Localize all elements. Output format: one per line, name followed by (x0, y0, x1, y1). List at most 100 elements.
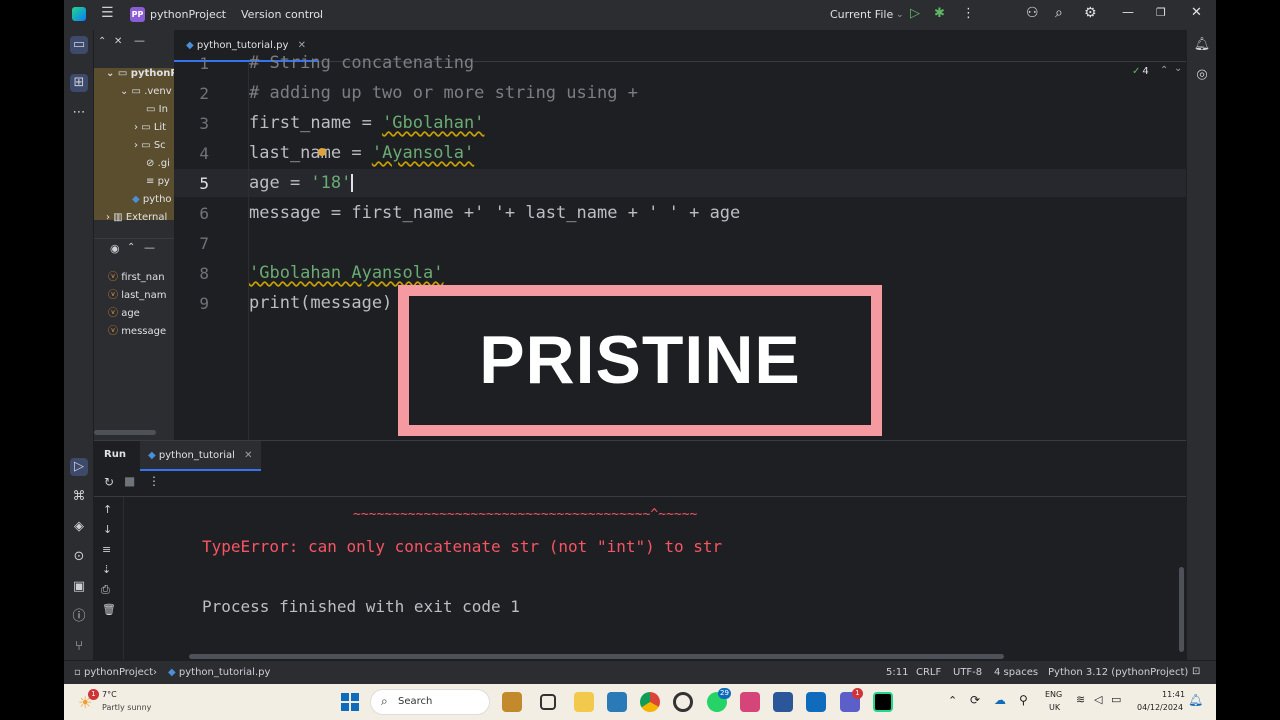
horizontal-scrollbar[interactable] (94, 430, 156, 435)
tree-item-external-libs[interactable]: › ▥ External (106, 209, 167, 227)
code-line[interactable]: last_name = 'Ayansola' (249, 143, 474, 163)
structure-item[interactable]: ⓥ last_nam (108, 287, 166, 305)
run-tab[interactable]: ◆ python_tutorial ✕ (140, 441, 261, 471)
hide-panel-icon[interactable]: — (144, 241, 155, 254)
code-line[interactable]: # String concatenating (249, 53, 474, 73)
tree-item-gitignore[interactable]: ⊘ .gi (146, 155, 170, 173)
scroll-up-icon[interactable]: ↑ (103, 503, 112, 516)
volume-icon[interactable]: ◁ (1094, 693, 1102, 706)
minimize-icon[interactable]: — (1122, 5, 1134, 19)
briefcase-icon[interactable] (502, 692, 522, 712)
structure-item[interactable]: ⓥ first_nan (108, 269, 165, 287)
onedrive-icon[interactable]: ☁ (994, 693, 1006, 707)
eye-icon[interactable]: ◉ (110, 242, 120, 255)
code-line[interactable]: message = first_name +' '+ last_name + '… (249, 203, 740, 223)
scroll-down-icon[interactable]: ↓ (103, 523, 112, 536)
tree-item-scripts[interactable]: › ▭ Sc (134, 137, 166, 155)
breadcrumb-project[interactable]: ▫ pythonProject (74, 667, 153, 678)
clock-time[interactable]: 11:41 (1162, 690, 1185, 699)
structure-item[interactable]: ⓥ age (108, 305, 140, 323)
code-line[interactable]: age = '18' (249, 173, 354, 193)
hide-panel-icon[interactable]: — (134, 34, 145, 47)
code-line[interactable]: print(message) (249, 293, 392, 313)
microphone-icon[interactable]: ⚲ (1019, 693, 1028, 707)
tray-chevron-icon[interactable]: ⌃ (948, 694, 957, 707)
more-options-icon[interactable]: ⋮ (148, 474, 160, 488)
notification-bell-icon[interactable]: 🔔︎ (1188, 693, 1203, 707)
pycharm-icon[interactable] (873, 692, 893, 712)
inspection-widget[interactable]: ✓ 4 (1132, 66, 1149, 77)
tree-item-venv[interactable]: ⌄ ▭ .venv (120, 83, 172, 101)
chrome-icon[interactable] (640, 692, 660, 712)
notifications-icon[interactable]: 🔔︎ (1193, 36, 1211, 54)
clock-date[interactable]: 04/12/2024 (1137, 703, 1183, 712)
close-tab-icon[interactable]: ✕ (244, 450, 252, 461)
run-config-selector[interactable]: Current File (830, 8, 893, 21)
python-packages-icon[interactable]: ⌘ (70, 488, 88, 506)
structure-item[interactable]: ⓥ message (108, 323, 166, 341)
tree-item-include[interactable]: ▭ In (146, 101, 168, 119)
ai-assistant-icon[interactable]: ◎ (1193, 66, 1211, 84)
main-menu-icon[interactable]: ☰ (101, 5, 114, 21)
search-icon[interactable]: ⌕ (1055, 5, 1063, 21)
battery-icon[interactable]: ▭ (1111, 693, 1121, 706)
terminal-icon[interactable]: ▣ (70, 578, 88, 596)
lock-icon[interactable]: ⊡ (1192, 666, 1200, 677)
settings-gear-icon[interactable]: ⚙ (1084, 5, 1097, 21)
outlook-icon[interactable] (806, 692, 826, 712)
chevron-icon[interactable]: ⌃ (98, 36, 106, 47)
restore-icon[interactable]: ❐ (1156, 6, 1166, 19)
rerun-icon[interactable]: ↻ (104, 475, 114, 489)
prev-highlight-icon[interactable]: ⌃ (1160, 65, 1168, 76)
lang-secondary[interactable]: UK (1049, 703, 1060, 712)
next-highlight-icon[interactable]: ⌄ (1174, 63, 1182, 74)
app-heart-icon[interactable] (740, 692, 760, 712)
wifi-icon[interactable]: ≋ (1076, 693, 1085, 706)
more-tools-icon[interactable]: ⋯ (70, 104, 88, 122)
problems-icon[interactable]: ⓘ (70, 608, 88, 626)
git-branch-icon[interactable]: ⑂ (70, 638, 88, 656)
caret-position[interactable]: 5:11 (886, 667, 908, 678)
collapse-all-icon[interactable]: ✕ (114, 36, 122, 47)
collab-icon[interactable]: ⚇ (1026, 5, 1039, 21)
output-h-scrollbar[interactable] (189, 654, 1004, 659)
services-icon[interactable]: ⊙ (70, 548, 88, 566)
dell-app-icon[interactable] (607, 692, 627, 712)
lang-primary[interactable]: ENG (1045, 690, 1062, 699)
tree-item-pyvenv[interactable]: ≡ py (146, 173, 170, 191)
indent-setting[interactable]: 4 spaces (994, 667, 1038, 678)
layers-icon[interactable]: ◈ (70, 518, 88, 536)
more-options-icon[interactable]: ⋮ (962, 6, 975, 21)
file-encoding[interactable]: UTF-8 (953, 667, 982, 678)
trash-icon[interactable]: 🗑︎ (102, 603, 116, 616)
code-line[interactable]: # adding up two or more string using + (249, 83, 638, 103)
project-switcher[interactable]: pythonProject (150, 8, 226, 21)
breadcrumb-file[interactable]: ◆ python_tutorial.py (168, 667, 270, 678)
warning-bulb-icon[interactable] (318, 148, 326, 156)
structure-tool-icon[interactable]: ⊞ (70, 74, 88, 92)
debug-icon[interactable]: ✱ (934, 6, 945, 21)
line-separator[interactable]: CRLF (916, 667, 941, 678)
stop-icon[interactable]: ■ (124, 474, 135, 488)
soft-wrap-icon[interactable]: ≡ (102, 543, 111, 556)
file-explorer-icon[interactable] (574, 692, 594, 712)
run-tool-icon[interactable]: ▷ (70, 458, 88, 476)
task-view-icon[interactable] (540, 694, 556, 710)
tree-item-python-file[interactable]: ◆ pytho (132, 191, 172, 209)
tree-item-project-root[interactable]: ⌄ ▭ pythonP (106, 65, 174, 83)
project-tool-icon[interactable]: ▭ (70, 36, 88, 54)
run-icon[interactable]: ▷ (910, 6, 920, 21)
code-line[interactable]: 'Gbolahan Ayansola' (249, 263, 443, 283)
windows-start-icon[interactable] (341, 693, 359, 711)
close-tab-icon[interactable]: ✕ (298, 40, 306, 51)
vcs-menu[interactable]: Version control (241, 8, 323, 21)
python-interpreter[interactable]: Python 3.12 (pythonProject) (1048, 667, 1188, 678)
taskbar-search-box[interactable]: ⌕ Search (370, 689, 490, 715)
output-v-scrollbar[interactable] (1179, 567, 1184, 652)
app-circle-icon[interactable] (673, 692, 693, 712)
word-icon[interactable] (773, 692, 793, 712)
chevron-icon[interactable]: ⌃ (127, 242, 135, 253)
tray-sync-icon[interactable]: ⟳ (970, 693, 980, 707)
code-line[interactable]: first_name = 'Gbolahan' (249, 113, 484, 133)
print-icon[interactable]: ⎙ (101, 583, 110, 597)
